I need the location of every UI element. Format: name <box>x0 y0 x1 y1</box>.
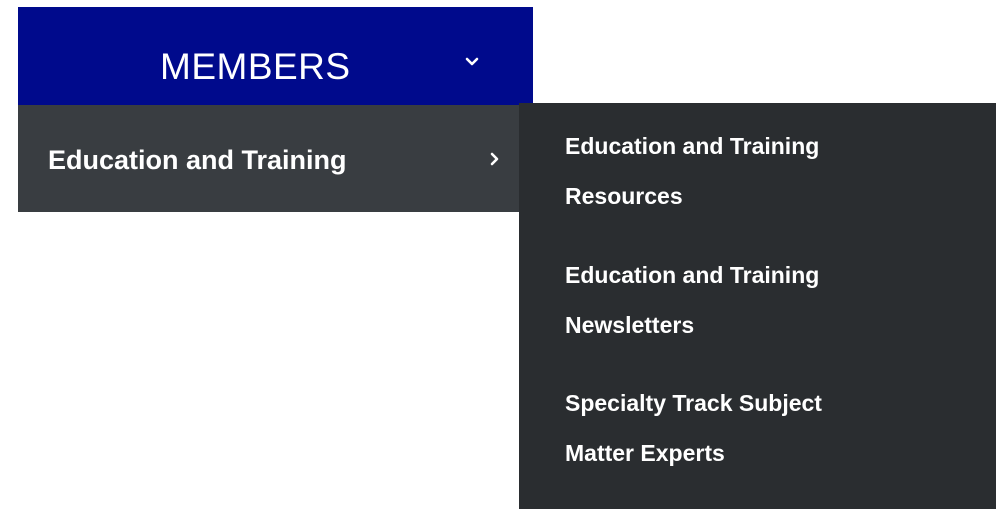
submenu-item-line: Education and Training <box>565 133 820 159</box>
members-menu-label: MEMBERS <box>160 46 351 87</box>
chevron-down-icon <box>465 57 479 66</box>
education-submenu: Education and Training Resources Educati… <box>519 103 996 509</box>
members-dropdown: Education and Training <box>18 105 533 212</box>
menu-item-label: Education and Training <box>48 145 347 175</box>
submenu-item-education-training-resources[interactable]: Education and Training Resources <box>565 121 965 221</box>
submenu-item-education-training-newsletters[interactable]: Education and Training Newsletters <box>565 250 965 350</box>
submenu-item-specialty-track-experts[interactable]: Specialty Track Subject Matter Experts <box>565 378 965 478</box>
chevron-right-icon <box>490 152 499 166</box>
page: MEMBERS Education and Training Education… <box>0 0 996 509</box>
menu-item-education-and-training[interactable]: Education and Training <box>18 105 533 212</box>
members-menu-button[interactable]: MEMBERS <box>18 7 533 105</box>
submenu-item-line: Matter Experts <box>565 440 725 466</box>
submenu-item-line: Newsletters <box>565 312 695 338</box>
submenu-item-line: Resources <box>565 183 683 209</box>
submenu-item-line: Education and Training <box>565 262 820 288</box>
submenu-item-line: Specialty Track Subject <box>565 390 822 416</box>
